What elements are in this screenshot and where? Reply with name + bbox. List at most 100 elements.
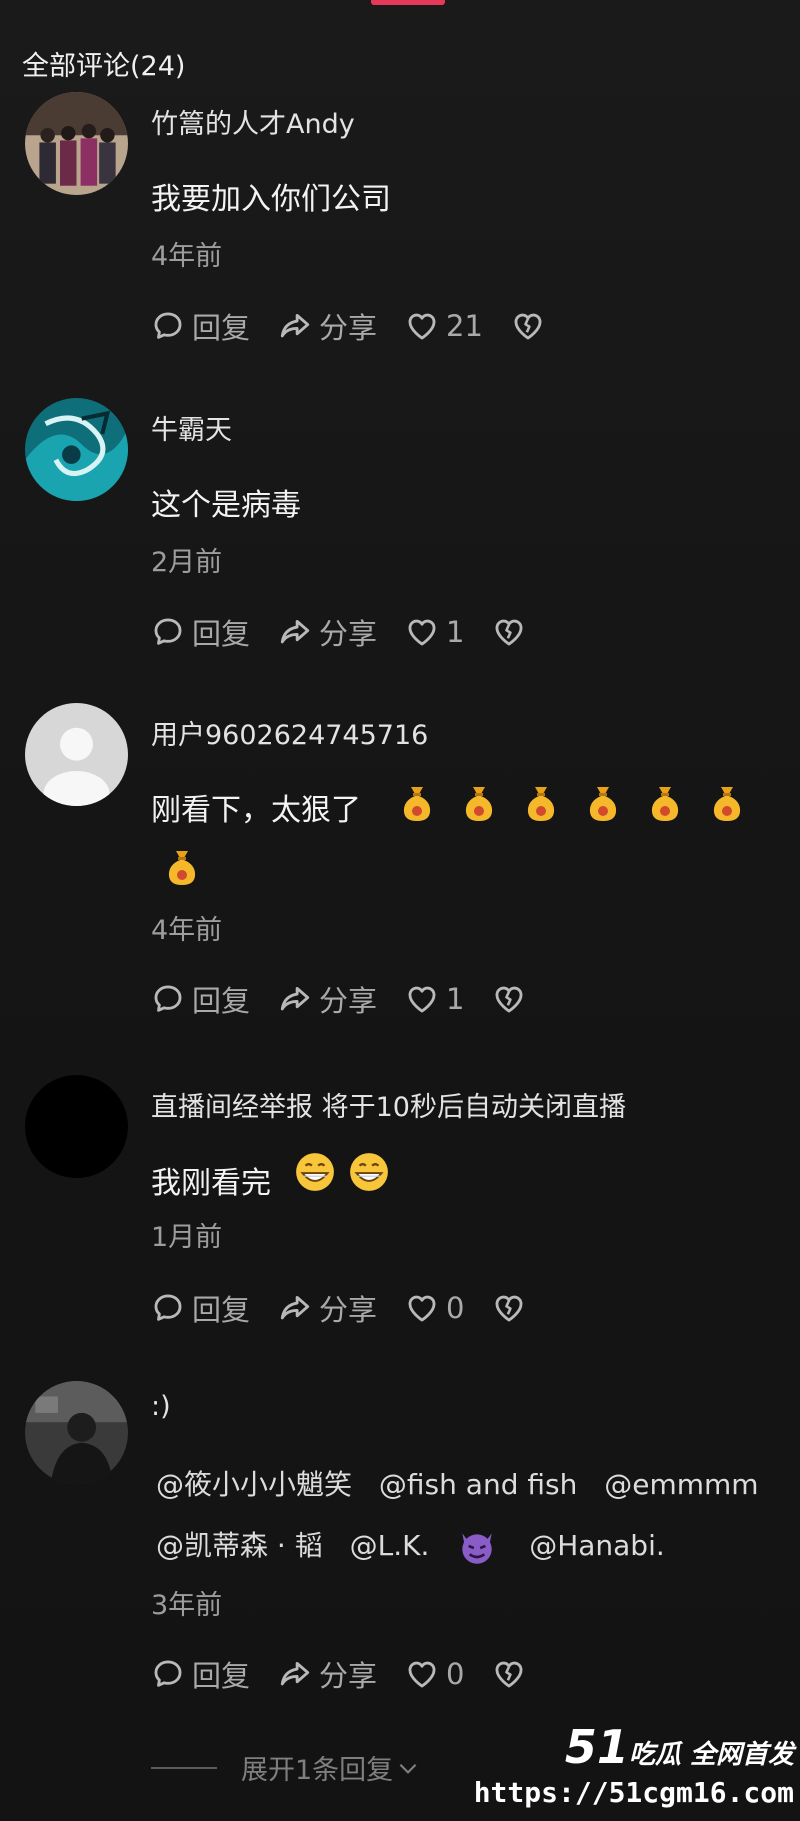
money-bag-icon — [465, 787, 493, 821]
comment-actions: 回复 分享 1 — [151, 612, 554, 652]
comment-time: 1月前 — [151, 1222, 223, 1253]
comment-actions: 回复 分享 1 — [151, 979, 554, 1019]
watermark: 51吃瓜 全网首发 https://51cgm16.com — [474, 1720, 794, 1809]
avatar[interactable] — [25, 1381, 128, 1484]
broken-heart-icon — [496, 619, 523, 646]
avatar[interactable] — [25, 398, 128, 501]
share-button[interactable]: 分享 — [278, 1287, 377, 1329]
reply-button[interactable]: 回复 — [151, 611, 250, 653]
reply-label: 回复 — [192, 1293, 251, 1327]
reply-label: 回复 — [192, 617, 251, 651]
comment-time: 4年前 — [151, 915, 223, 946]
comment-time: 4年前 — [151, 241, 223, 272]
watermark-url: https://51cgm16.com — [473, 1776, 794, 1809]
comment-bubble-icon — [154, 312, 182, 339]
heart-icon — [408, 619, 436, 646]
like-button[interactable]: 0 — [405, 1291, 464, 1325]
money-bag-icon — [403, 787, 431, 821]
expand-replies-label: 展开1条回复 — [241, 1755, 394, 1786]
heart-icon — [408, 1295, 436, 1322]
expand-replies-button[interactable]: 展开1条回复 — [151, 1748, 421, 1787]
divider-line — [151, 1766, 217, 1769]
mention-link[interactable]: @筱小小小魈笑 — [156, 1468, 352, 1501]
comment-text: 我要加入你们公司 — [151, 182, 391, 217]
like-button[interactable]: 1 — [405, 615, 464, 649]
reply-label: 回复 — [192, 311, 251, 345]
money-bag-icon — [168, 851, 196, 885]
comment-actions: 回复 分享 0 — [151, 1288, 554, 1328]
avatar[interactable] — [25, 1075, 128, 1178]
emoji-row — [165, 847, 227, 887]
money-bag-icon — [651, 787, 679, 821]
reply-button[interactable]: 回复 — [151, 1287, 250, 1329]
share-button[interactable]: 分享 — [278, 978, 377, 1020]
dislike-button[interactable] — [492, 615, 526, 649]
mention-link[interactable]: @L.K. — [350, 1529, 430, 1562]
dislike-button[interactable] — [511, 309, 545, 343]
watermark-logo: 51吃瓜 全网首发 — [564, 1720, 794, 1774]
avatar[interactable] — [25, 703, 128, 806]
money-bag-icon — [527, 787, 555, 821]
default-user-icon — [25, 703, 128, 806]
share-arrow-icon — [280, 986, 310, 1011]
comment-bubble-icon — [154, 618, 182, 645]
reply-button[interactable]: 回复 — [151, 305, 250, 347]
grinning-face-icon — [296, 1153, 334, 1191]
dislike-button[interactable] — [492, 1291, 526, 1325]
like-count: 21 — [446, 309, 483, 343]
like-button[interactable]: 1 — [405, 982, 464, 1016]
grinning-face-icon — [350, 1153, 388, 1191]
emoji-row — [400, 783, 772, 823]
money-bag-icon — [713, 787, 741, 821]
comment-bubble-icon — [154, 985, 182, 1012]
like-count: 0 — [446, 1657, 465, 1691]
share-arrow-icon — [280, 1661, 310, 1686]
like-count: 1 — [446, 615, 465, 649]
comment-username[interactable]: 用户9602624745716 — [151, 713, 428, 752]
heart-icon — [408, 986, 436, 1013]
comment-actions: 回复 分享 0 — [151, 1654, 554, 1694]
mention-link[interactable]: @凯蒂森 · 韬 — [156, 1529, 323, 1562]
share-arrow-icon — [280, 313, 310, 338]
like-count: 0 — [446, 1291, 465, 1325]
share-label: 分享 — [319, 617, 378, 651]
heart-icon — [408, 313, 436, 340]
comment-username[interactable]: :) — [151, 1391, 171, 1422]
share-arrow-icon — [280, 1295, 310, 1320]
mentions-line: @筱小小小魈笑 @fish and fish @emmmm — [156, 1463, 777, 1503]
reply-button[interactable]: 回复 — [151, 1653, 250, 1695]
comment-text: 刚看下，太狠了 — [151, 793, 361, 828]
comment-bubble-icon — [154, 1294, 182, 1321]
share-label: 分享 — [319, 1293, 378, 1327]
comment-actions: 回复 分享 21 — [151, 306, 573, 346]
broken-heart-icon — [496, 1295, 523, 1322]
mentions-line: @凯蒂森 · 韬 @L.K. @Hanabi. — [156, 1524, 683, 1565]
share-button[interactable]: 分享 — [278, 305, 377, 347]
comment-username[interactable]: 直播间经举报 将于10秒后自动关闭直播 — [151, 1085, 626, 1124]
dislike-button[interactable] — [492, 982, 526, 1016]
avatar[interactable] — [25, 92, 128, 195]
mention-link[interactable]: @emmmm — [604, 1468, 758, 1501]
mention-link[interactable]: @fish and fish — [379, 1468, 577, 1501]
reply-button[interactable]: 回复 — [151, 978, 250, 1020]
like-count: 1 — [446, 982, 465, 1016]
reply-label: 回复 — [192, 984, 251, 1018]
tab-indicator — [371, 0, 445, 5]
dislike-button[interactable] — [492, 1657, 526, 1691]
share-arrow-icon — [280, 619, 310, 644]
mention-link[interactable]: @Hanabi. — [529, 1529, 665, 1562]
heart-icon — [408, 1661, 436, 1688]
comments-count-header: 全部评论(24) — [22, 51, 186, 82]
like-button[interactable]: 0 — [405, 1657, 464, 1691]
comment-time: 3年前 — [151, 1590, 223, 1621]
share-button[interactable]: 分享 — [278, 611, 377, 653]
comment-text: 这个是病毒 — [151, 488, 301, 523]
like-button[interactable]: 21 — [405, 309, 483, 343]
share-label: 分享 — [319, 1659, 378, 1693]
comment-bubble-icon — [154, 1660, 182, 1687]
broken-heart-icon — [496, 1661, 523, 1688]
comment-username[interactable]: 竹篙的人才Andy — [151, 102, 355, 141]
broken-heart-icon — [514, 313, 542, 340]
share-button[interactable]: 分享 — [278, 1653, 377, 1695]
comment-username[interactable]: 牛霸天 — [151, 408, 232, 447]
